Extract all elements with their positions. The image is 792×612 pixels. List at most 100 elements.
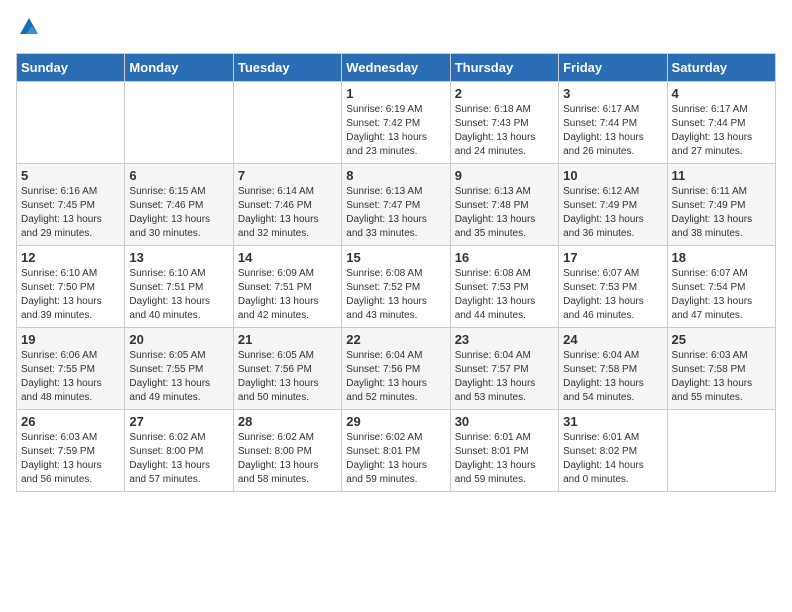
day-number: 30 bbox=[455, 414, 554, 429]
day-info: Sunrise: 6:04 AM Sunset: 7:58 PM Dayligh… bbox=[563, 349, 662, 405]
calendar-cell: 14Sunrise: 6:09 AM Sunset: 7:51 PM Dayli… bbox=[233, 246, 341, 328]
day-number: 23 bbox=[455, 332, 554, 347]
day-number: 10 bbox=[563, 168, 662, 183]
day-number: 28 bbox=[238, 414, 337, 429]
day-info: Sunrise: 6:08 AM Sunset: 7:53 PM Dayligh… bbox=[455, 267, 554, 323]
day-number: 22 bbox=[346, 332, 445, 347]
day-info: Sunrise: 6:01 AM Sunset: 8:02 PM Dayligh… bbox=[563, 431, 662, 487]
calendar-cell bbox=[233, 82, 341, 164]
calendar-cell: 28 Sunrise: 6:02 AM Sunset: 8:00 PM Dayli… bbox=[233, 410, 341, 492]
day-info: Sunrise: 6:02 AM Sunset: 8:00 PM Dayligh… bbox=[238, 431, 337, 487]
calendar-cell: 18 Sunrise: 6:07 AM Sunset: 7:54 PM Dayli… bbox=[667, 246, 775, 328]
day-number: 7 bbox=[238, 168, 337, 183]
day-number: 20 bbox=[129, 332, 228, 347]
calendar-cell: 5 Sunrise: 6:16 AM Sunset: 7:45 PM Daylig… bbox=[17, 164, 125, 246]
day-number: 12 bbox=[21, 250, 120, 265]
calendar-cell: 13 Sunrise: 6:10 AM Sunset: 7:51 PM Dayli… bbox=[125, 246, 233, 328]
day-number: 14 bbox=[238, 250, 337, 265]
calendar-cell: 31Sunrise: 6:01 AM Sunset: 8:02 PM Dayli… bbox=[559, 410, 667, 492]
calendar-cell: 30 Sunrise: 6:01 AM Sunset: 8:01 PM Dayli… bbox=[450, 410, 558, 492]
calendar-cell: 11 Sunrise: 6:11 AM Sunset: 7:49 PM Dayli… bbox=[667, 164, 775, 246]
calendar-cell bbox=[17, 82, 125, 164]
day-info: Sunrise: 6:13 AM Sunset: 7:47 PM Dayligh… bbox=[346, 185, 445, 241]
day-info: Sunrise: 6:02 AM Sunset: 8:01 PM Dayligh… bbox=[346, 431, 445, 487]
day-info: Sunrise: 6:17 AM Sunset: 7:44 PM Dayligh… bbox=[563, 103, 662, 159]
day-number: 13 bbox=[129, 250, 228, 265]
calendar-cell: 23 Sunrise: 6:04 AM Sunset: 7:57 PM Dayli… bbox=[450, 328, 558, 410]
day-number: 15 bbox=[346, 250, 445, 265]
calendar-cell: 26 Sunrise: 6:03 AM Sunset: 7:59 PM Dayli… bbox=[17, 410, 125, 492]
day-number: 18 bbox=[672, 250, 771, 265]
calendar-cell: 7 Sunrise: 6:14 AM Sunset: 7:46 PM Daylig… bbox=[233, 164, 341, 246]
calendar-header-friday: Friday bbox=[559, 54, 667, 82]
calendar-cell: 12 Sunrise: 6:10 AM Sunset: 7:50 PM Dayli… bbox=[17, 246, 125, 328]
calendar-cell: 8 Sunrise: 6:13 AM Sunset: 7:47 PM Daylig… bbox=[342, 164, 450, 246]
day-info: Sunrise: 6:18 AM Sunset: 7:43 PM Dayligh… bbox=[455, 103, 554, 159]
calendar-cell: 3 Sunrise: 6:17 AM Sunset: 7:44 PM Daylig… bbox=[559, 82, 667, 164]
calendar-header-row: SundayMondayTuesdayWednesdayThursdayFrid… bbox=[17, 54, 776, 82]
calendar-week-row: 5 Sunrise: 6:16 AM Sunset: 7:45 PM Daylig… bbox=[17, 164, 776, 246]
day-info: Sunrise: 6:07 AM Sunset: 7:54 PM Dayligh… bbox=[672, 267, 771, 323]
day-number: 9 bbox=[455, 168, 554, 183]
logo-icon bbox=[18, 16, 40, 38]
day-number: 8 bbox=[346, 168, 445, 183]
day-info: Sunrise: 6:01 AM Sunset: 8:01 PM Dayligh… bbox=[455, 431, 554, 487]
calendar-cell: 6 Sunrise: 6:15 AM Sunset: 7:46 PM Daylig… bbox=[125, 164, 233, 246]
calendar-cell: 27Sunrise: 6:02 AM Sunset: 8:00 PM Dayli… bbox=[125, 410, 233, 492]
day-info: Sunrise: 6:11 AM Sunset: 7:49 PM Dayligh… bbox=[672, 185, 771, 241]
day-number: 6 bbox=[129, 168, 228, 183]
day-number: 19 bbox=[21, 332, 120, 347]
calendar-cell: 20 Sunrise: 6:05 AM Sunset: 7:55 PM Dayli… bbox=[125, 328, 233, 410]
calendar-cell: 16 Sunrise: 6:08 AM Sunset: 7:53 PM Dayli… bbox=[450, 246, 558, 328]
day-number: 4 bbox=[672, 86, 771, 101]
day-number: 5 bbox=[21, 168, 120, 183]
calendar-cell: 29Sunrise: 6:02 AM Sunset: 8:01 PM Dayli… bbox=[342, 410, 450, 492]
day-info: Sunrise: 6:15 AM Sunset: 7:46 PM Dayligh… bbox=[129, 185, 228, 241]
calendar-week-row: 26 Sunrise: 6:03 AM Sunset: 7:59 PM Dayli… bbox=[17, 410, 776, 492]
day-number: 27 bbox=[129, 414, 228, 429]
day-info: Sunrise: 6:04 AM Sunset: 7:57 PM Dayligh… bbox=[455, 349, 554, 405]
day-number: 2 bbox=[455, 86, 554, 101]
day-info: Sunrise: 6:06 AM Sunset: 7:55 PM Dayligh… bbox=[21, 349, 120, 405]
calendar-week-row: 19 Sunrise: 6:06 AM Sunset: 7:55 PM Dayli… bbox=[17, 328, 776, 410]
day-info: Sunrise: 6:10 AM Sunset: 7:50 PM Dayligh… bbox=[21, 267, 120, 323]
page-header bbox=[16, 16, 776, 43]
calendar-header-wednesday: Wednesday bbox=[342, 54, 450, 82]
day-info: Sunrise: 6:16 AM Sunset: 7:45 PM Dayligh… bbox=[21, 185, 120, 241]
day-info: Sunrise: 6:07 AM Sunset: 7:53 PM Dayligh… bbox=[563, 267, 662, 323]
calendar-cell bbox=[125, 82, 233, 164]
day-number: 25 bbox=[672, 332, 771, 347]
day-number: 11 bbox=[672, 168, 771, 183]
day-info: Sunrise: 6:19 AM Sunset: 7:42 PM Dayligh… bbox=[346, 103, 445, 159]
day-info: Sunrise: 6:03 AM Sunset: 7:59 PM Dayligh… bbox=[21, 431, 120, 487]
calendar-cell: 25 Sunrise: 6:03 AM Sunset: 7:58 PM Dayli… bbox=[667, 328, 775, 410]
calendar-header-sunday: Sunday bbox=[17, 54, 125, 82]
day-info: Sunrise: 6:03 AM Sunset: 7:58 PM Dayligh… bbox=[672, 349, 771, 405]
day-number: 16 bbox=[455, 250, 554, 265]
day-number: 17 bbox=[563, 250, 662, 265]
day-info: Sunrise: 6:12 AM Sunset: 7:49 PM Dayligh… bbox=[563, 185, 662, 241]
calendar-cell: 21 Sunrise: 6:05 AM Sunset: 7:56 PM Dayli… bbox=[233, 328, 341, 410]
calendar-header-monday: Monday bbox=[125, 54, 233, 82]
calendar-cell: 1 Sunrise: 6:19 AM Sunset: 7:42 PM Daylig… bbox=[342, 82, 450, 164]
day-info: Sunrise: 6:14 AM Sunset: 7:46 PM Dayligh… bbox=[238, 185, 337, 241]
day-number: 1 bbox=[346, 86, 445, 101]
day-info: Sunrise: 6:08 AM Sunset: 7:52 PM Dayligh… bbox=[346, 267, 445, 323]
day-info: Sunrise: 6:10 AM Sunset: 7:51 PM Dayligh… bbox=[129, 267, 228, 323]
calendar-cell: 17 Sunrise: 6:07 AM Sunset: 7:53 PM Dayli… bbox=[559, 246, 667, 328]
day-number: 21 bbox=[238, 332, 337, 347]
calendar-cell: 4Sunrise: 6:17 AM Sunset: 7:44 PM Daylig… bbox=[667, 82, 775, 164]
day-info: Sunrise: 6:05 AM Sunset: 7:55 PM Dayligh… bbox=[129, 349, 228, 405]
day-info: Sunrise: 6:05 AM Sunset: 7:56 PM Dayligh… bbox=[238, 349, 337, 405]
day-info: Sunrise: 6:13 AM Sunset: 7:48 PM Dayligh… bbox=[455, 185, 554, 241]
calendar-header-saturday: Saturday bbox=[667, 54, 775, 82]
calendar-body: 1 Sunrise: 6:19 AM Sunset: 7:42 PM Daylig… bbox=[17, 82, 776, 492]
calendar-table: SundayMondayTuesdayWednesdayThursdayFrid… bbox=[16, 53, 776, 492]
calendar-cell: 22Sunrise: 6:04 AM Sunset: 7:56 PM Dayli… bbox=[342, 328, 450, 410]
day-number: 24 bbox=[563, 332, 662, 347]
day-number: 26 bbox=[21, 414, 120, 429]
day-number: 3 bbox=[563, 86, 662, 101]
calendar-cell: 10 Sunrise: 6:12 AM Sunset: 7:49 PM Dayli… bbox=[559, 164, 667, 246]
calendar-header-thursday: Thursday bbox=[450, 54, 558, 82]
calendar-cell: 19 Sunrise: 6:06 AM Sunset: 7:55 PM Dayli… bbox=[17, 328, 125, 410]
